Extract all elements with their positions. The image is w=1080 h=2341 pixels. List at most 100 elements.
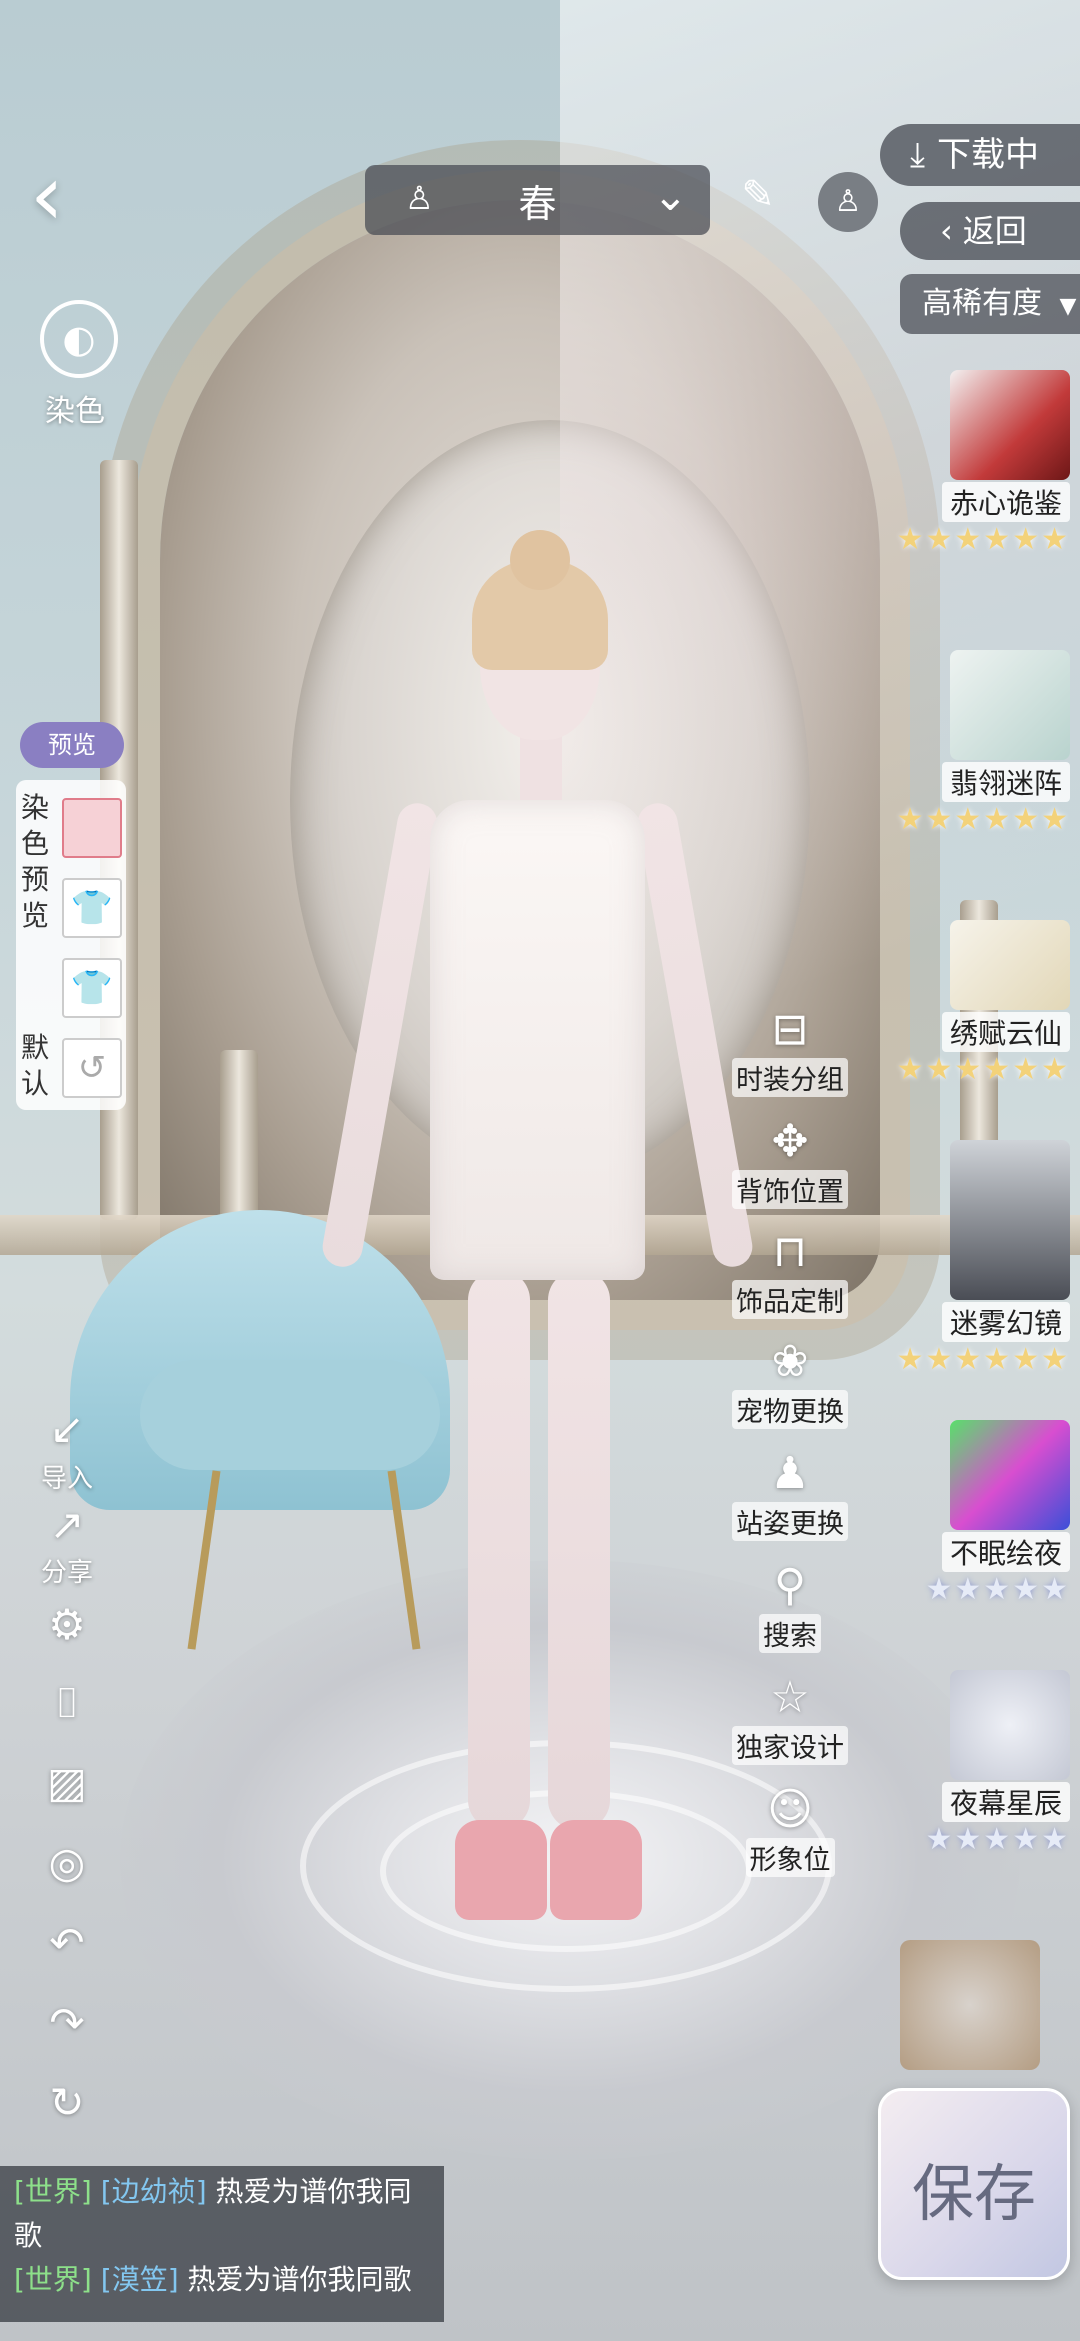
share-icon[interactable]: ↗ <box>38 1500 96 1549</box>
character-leg <box>468 1270 530 1830</box>
portrait-icon: ☺ <box>767 1784 813 1835</box>
character-dress[interactable] <box>430 800 645 1280</box>
shell-chair-seat <box>140 1360 440 1470</box>
download-label: 下载中 <box>937 135 1040 175</box>
download-button[interactable]: ⤓ 下载中 <box>880 124 1080 186</box>
rarity-filter-dropdown[interactable]: 高稀有度 ▼ <box>900 274 1080 334</box>
back-arrow-icon[interactable]: ‹ <box>30 150 120 240</box>
collection-stars: ★★★★★ <box>925 1572 1070 1607</box>
collection-thumbnail <box>950 1420 1070 1530</box>
dye-swatch-white[interactable]: 👕 <box>62 878 122 938</box>
default-label: 默认 <box>20 1031 49 1100</box>
person-icon: ♟ <box>770 1448 810 1499</box>
outfit-icon-button[interactable]: ♙ <box>818 172 878 232</box>
save-button[interactable]: 保存 <box>878 2088 1070 2280</box>
collection-stars: ★★★★★★ <box>896 1342 1070 1377</box>
character-leg <box>548 1270 610 1830</box>
preview-label: 预览 <box>48 731 96 759</box>
camera-icon[interactable]: ⌷ <box>38 1678 96 1728</box>
dye-button[interactable]: ◐ 染色 <box>20 300 130 430</box>
collection-name: 迷雾幻镜 <box>941 1302 1070 1342</box>
character-neck <box>520 735 562 805</box>
image-gallery-icon[interactable]: ▨ <box>38 1758 96 1807</box>
menu-label: 站姿更换 <box>732 1502 848 1541</box>
collection-name: 绣赋云仙 <box>941 1012 1070 1052</box>
chevron-left-icon: ‹ <box>940 212 953 250</box>
collection-stars: ★★★★★★ <box>896 802 1070 837</box>
chat-channel: [世界] <box>14 2175 92 2208</box>
collection-stars: ★★★★★★ <box>896 1052 1070 1087</box>
menu-exclusive-design[interactable]: ☆ 独家设计 <box>720 1670 860 1765</box>
menu-label: 宠物更换 <box>732 1390 848 1429</box>
chat-message: [世界] [漠笠] 热爱为谱你我同歌 <box>14 2258 434 2302</box>
menu-label: 背饰位置 <box>732 1170 848 1209</box>
dye-swatch-white[interactable]: 👕 <box>62 958 122 1018</box>
chat-user: [漠笠] <box>100 2263 179 2296</box>
settings-gear-icon[interactable]: ⚙ <box>38 1600 96 1649</box>
menu-outfit-group[interactable]: ⊟ 时装分组 <box>720 1002 860 1097</box>
world-chat-panel[interactable]: [世界] [边幼祯] 热爱为谱你我同歌 [世界] [漠笠] 热爱为谱你我同歌 <box>0 2166 444 2322</box>
chat-message: [世界] [边幼祯] 热爱为谱你我同歌 <box>14 2170 434 2258</box>
magic-wand-icon[interactable]: ✎ <box>730 172 786 228</box>
star-icon: ☆ <box>770 1672 810 1723</box>
collection-item[interactable]: 翡翎迷阵 ★★★★★★ <box>880 650 1070 837</box>
menu-label: 搜索 <box>759 1614 821 1653</box>
character-hair-bun <box>510 530 570 590</box>
character-shoe <box>455 1820 547 1920</box>
return-button[interactable]: ‹ 返回 <box>900 202 1080 260</box>
redo-icon[interactable]: ↷ <box>38 1998 96 2047</box>
collection-item[interactable]: 迷雾幻镜 ★★★★★★ <box>880 1140 1070 1377</box>
collection-name: 不眠绘夜 <box>941 1532 1070 1572</box>
menu-back-accessory-position[interactable]: ✥ 背饰位置 <box>720 1114 860 1209</box>
character-shoe <box>550 1820 642 1920</box>
eye-hide-ui-icon[interactable]: ◎ <box>38 1838 96 1887</box>
bag-icon: ⊓ <box>772 1226 808 1277</box>
search-icon: ⚲ <box>773 1560 807 1611</box>
collection-item[interactable]: 夜幕星辰 ★★★★★ <box>880 1670 1070 1857</box>
collection-item[interactable]: 绣赋云仙 ★★★★★★ <box>880 920 1070 1087</box>
reset-icon[interactable]: ↻ <box>38 2078 96 2127</box>
menu-pose-change[interactable]: ♟ 站姿更换 <box>720 1446 860 1541</box>
paw-icon: ❀ <box>771 1336 809 1387</box>
collection-thumbnail-branch[interactable] <box>900 1940 1040 2070</box>
collection-name: 翡翎迷阵 <box>941 762 1070 802</box>
chevron-down-icon: ⌄ <box>652 171 688 220</box>
download-icon: ⤓ <box>910 135 926 175</box>
dye-label: 染色 <box>45 394 105 429</box>
collection-stars: ★★★★★★ <box>896 522 1070 557</box>
rarity-filter-label: 高稀有度 <box>922 286 1042 321</box>
menu-label: 时装分组 <box>732 1058 848 1097</box>
wing-position-icon: ✥ <box>771 1116 809 1167</box>
menu-label: 饰品定制 <box>732 1280 848 1319</box>
menu-pet-change[interactable]: ❀ 宠物更换 <box>720 1334 860 1429</box>
collection-thumbnail <box>950 650 1070 760</box>
collection-item[interactable]: 赤心诡鉴 ★★★★★★ <box>880 370 1070 557</box>
menu-label: 独家设计 <box>732 1726 848 1765</box>
import-icon[interactable]: ↙ <box>38 1404 96 1453</box>
palette-icon: ◐ <box>40 300 118 378</box>
dye-preview-panel: 染色预览 默认 👕 👕 ↺ <box>16 780 126 1110</box>
collection-thumbnail <box>950 1140 1070 1300</box>
reset-dye-icon[interactable]: ↺ <box>62 1038 122 1098</box>
menu-avatar-slot[interactable]: ☺ 形象位 <box>720 1782 860 1877</box>
dye-swatch-pink[interactable] <box>62 798 122 858</box>
chat-user: [边幼祯] <box>100 2175 207 2208</box>
collection-name: 赤心诡鉴 <box>941 482 1070 522</box>
menu-search[interactable]: ⚲ 搜索 <box>720 1558 860 1653</box>
undo-icon[interactable]: ↶ <box>38 1918 96 1967</box>
collection-thumbnail <box>950 1670 1070 1780</box>
import-label: 导入 <box>40 1464 93 1494</box>
dye-preview-label: 染色预览 <box>20 791 49 932</box>
preview-toggle[interactable]: 预览 <box>20 722 124 768</box>
save-label: 保存 <box>911 2157 1036 2230</box>
menu-accessory-custom[interactable]: ⊓ 饰品定制 <box>720 1224 860 1319</box>
triangle-down-icon: ▼ <box>1059 294 1077 319</box>
collection-item[interactable]: 不眠绘夜 ★★★★★ <box>880 1420 1070 1607</box>
menu-label: 形象位 <box>745 1838 835 1877</box>
season-selector[interactable]: ♙ 春 ⌄ <box>365 165 710 235</box>
return-label: 返回 <box>962 212 1027 250</box>
collection-stars: ★★★★★ <box>925 1822 1070 1857</box>
collection-thumbnail <box>950 920 1070 1010</box>
chat-text: 热爱为谱你我同歌 <box>187 2263 412 2296</box>
collection-thumbnail <box>950 370 1070 480</box>
